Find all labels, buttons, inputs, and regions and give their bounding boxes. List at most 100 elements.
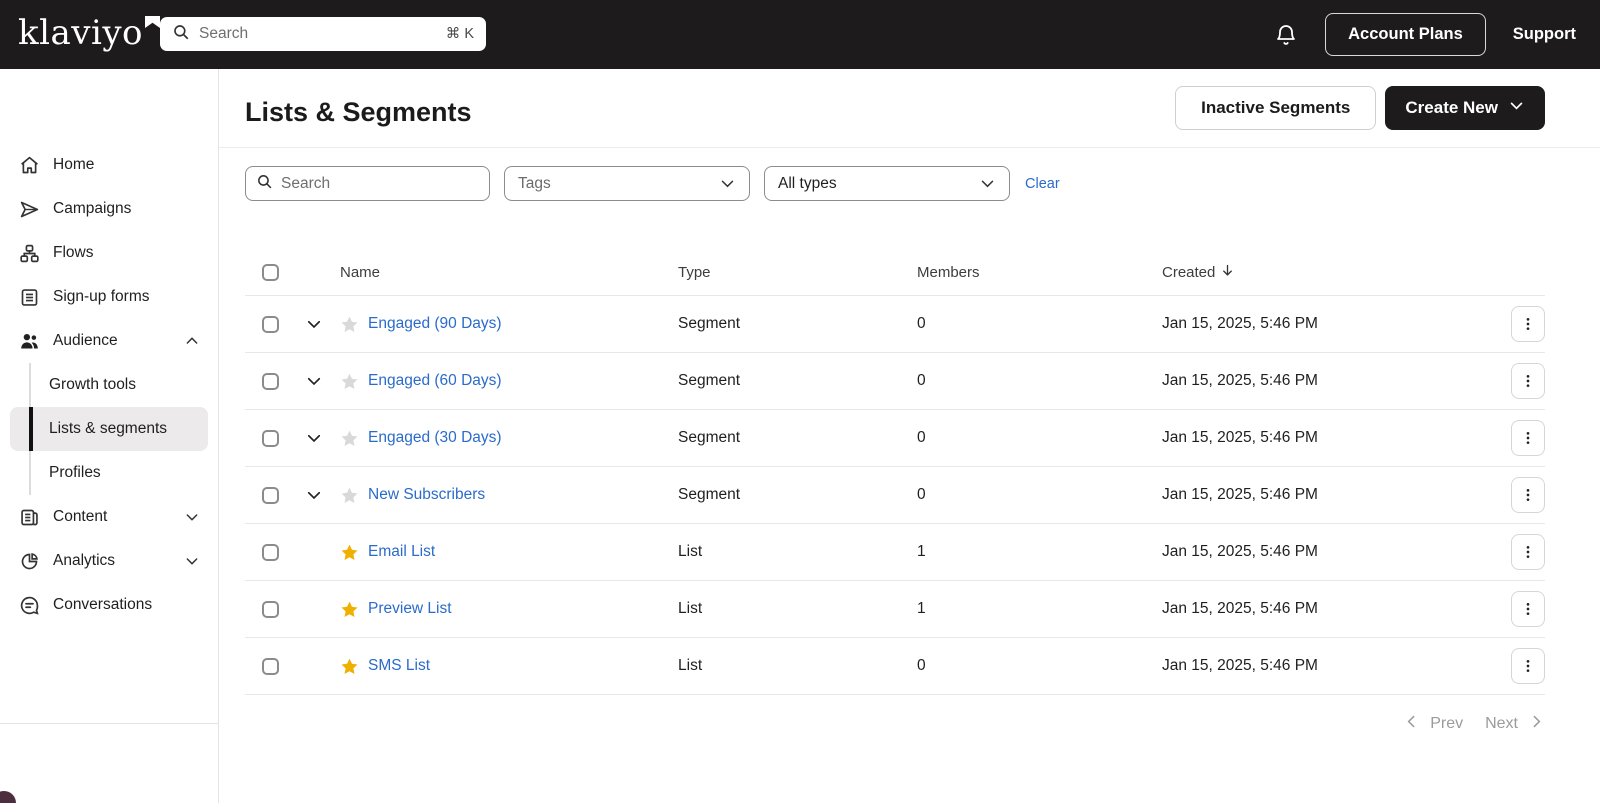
- chevron-down-icon[interactable]: [184, 553, 200, 569]
- row-name-link[interactable]: Engaged (30 Days): [368, 429, 502, 447]
- sidebar-item-home[interactable]: Home: [0, 143, 218, 187]
- sidebar-item-label: Audience: [53, 332, 118, 349]
- row-actions-kebab-icon[interactable]: [1511, 534, 1545, 570]
- klaviyo-wordmark: klaviyo: [18, 13, 144, 53]
- filter-bar: Tags All types Clear: [245, 166, 1060, 201]
- inactive-segments-button[interactable]: Inactive Segments: [1175, 86, 1377, 130]
- row-checkbox[interactable]: [262, 543, 279, 561]
- row-created: Jan 15, 2025, 5:46 PM: [1162, 372, 1318, 389]
- select-all-checkbox[interactable]: [262, 264, 279, 281]
- type-filter-value: All types: [778, 174, 837, 192]
- klaviyo-logo[interactable]: klaviyo: [18, 13, 161, 53]
- create-new-button[interactable]: Create New: [1385, 86, 1545, 130]
- favorite-star-icon[interactable]: [340, 600, 359, 619]
- analytics-icon: [18, 550, 40, 572]
- sidebar-item-profiles[interactable]: Profiles: [0, 451, 218, 495]
- row-name-link[interactable]: Engaged (90 Days): [368, 315, 502, 333]
- favorite-star-icon[interactable]: [340, 429, 359, 448]
- sidebar-item-signup-forms[interactable]: Sign-up forms: [0, 275, 218, 319]
- audience-subnav: Growth tools Lists & segments Profiles: [0, 363, 218, 495]
- table-row: Engaged (30 Days) Segment 0 Jan 15, 2025…: [245, 410, 1545, 467]
- column-header-created[interactable]: Created: [1162, 263, 1485, 282]
- sidebar: Home Campaigns Flows Sign-up forms Audie…: [0, 69, 219, 803]
- row-created: Jan 15, 2025, 5:46 PM: [1162, 600, 1318, 617]
- klaviyo-app: klaviyo ⌘ K Account Plans Support: [0, 0, 1600, 803]
- tags-filter-dropdown[interactable]: Tags: [504, 166, 750, 201]
- row-created: Jan 15, 2025, 5:46 PM: [1162, 657, 1318, 674]
- column-header-type[interactable]: Type: [678, 264, 917, 281]
- row-checkbox[interactable]: [262, 315, 279, 333]
- sidebar-item-analytics[interactable]: Analytics: [0, 539, 218, 583]
- sidebar-item-content[interactable]: Content: [0, 495, 218, 539]
- row-created: Jan 15, 2025, 5:46 PM: [1162, 429, 1318, 446]
- next-page-button[interactable]: Next: [1485, 713, 1545, 735]
- column-header-members[interactable]: Members: [917, 264, 1162, 281]
- row-checkbox[interactable]: [262, 600, 279, 618]
- row-type: Segment: [678, 315, 741, 332]
- row-checkbox[interactable]: [262, 486, 279, 504]
- sidebar-item-campaigns[interactable]: Campaigns: [0, 187, 218, 231]
- favorite-star-icon[interactable]: [340, 657, 359, 676]
- table-search-input[interactable]: [281, 174, 479, 193]
- sidebar-item-label: Sign-up forms: [53, 288, 150, 305]
- row-expand-chevron-icon[interactable]: [295, 486, 340, 504]
- row-checkbox[interactable]: [262, 657, 279, 675]
- sidebar-item-growth-tools[interactable]: Growth tools: [0, 363, 218, 407]
- row-expand-chevron-icon[interactable]: [295, 315, 340, 333]
- row-type: Segment: [678, 372, 741, 389]
- table-header-row: Name Type Members Created: [245, 250, 1545, 296]
- row-actions-kebab-icon[interactable]: [1511, 591, 1545, 627]
- row-actions-kebab-icon[interactable]: [1511, 306, 1545, 342]
- favorite-star-icon[interactable]: [340, 486, 359, 505]
- row-created: Jan 15, 2025, 5:46 PM: [1162, 486, 1318, 503]
- row-created: Jan 15, 2025, 5:46 PM: [1162, 315, 1318, 332]
- prev-page-label: Prev: [1430, 715, 1464, 732]
- support-link[interactable]: Support: [1513, 25, 1576, 44]
- table-row: SMS List List 0 Jan 15, 2025, 5:46 PM: [245, 638, 1545, 695]
- favorite-star-icon[interactable]: [340, 543, 359, 562]
- chevron-up-icon[interactable]: [184, 333, 200, 349]
- chevron-down-icon[interactable]: [184, 509, 200, 525]
- sidebar-item-label: Content: [53, 508, 108, 525]
- global-search-input[interactable]: [199, 25, 437, 43]
- sidebar-item-audience[interactable]: Audience: [0, 319, 218, 363]
- row-checkbox[interactable]: [262, 372, 279, 390]
- row-name-link[interactable]: SMS List: [368, 657, 430, 675]
- row-name-link[interactable]: New Subscribers: [368, 486, 485, 504]
- sidebar-item-flows[interactable]: Flows: [0, 231, 218, 275]
- table-row: Preview List List 1 Jan 15, 2025, 5:46 P…: [245, 581, 1545, 638]
- prev-page-button[interactable]: Prev: [1403, 713, 1463, 735]
- account-plans-button[interactable]: Account Plans: [1325, 13, 1486, 56]
- row-type: List: [678, 600, 703, 617]
- sidebar-item-conversations[interactable]: Conversations: [0, 583, 218, 627]
- row-actions-kebab-icon[interactable]: [1511, 648, 1545, 684]
- favorite-star-icon[interactable]: [340, 315, 359, 334]
- topbar-actions: Account Plans Support: [1274, 13, 1600, 56]
- column-header-created-label: Created: [1162, 264, 1216, 281]
- row-name-link[interactable]: Engaged (60 Days): [368, 372, 502, 390]
- favorite-star-icon[interactable]: [340, 372, 359, 391]
- row-actions-kebab-icon[interactable]: [1511, 363, 1545, 399]
- row-expand-chevron-icon[interactable]: [295, 429, 340, 447]
- chevron-down-icon: [719, 175, 736, 192]
- search-shortcut-hint: ⌘ K: [445, 26, 474, 42]
- sidebar-item-lists-segments[interactable]: Lists & segments: [10, 407, 208, 451]
- row-checkbox[interactable]: [262, 429, 279, 447]
- row-members: 0: [917, 429, 926, 446]
- pagination: Prev Next: [1403, 713, 1545, 735]
- clear-filters-link[interactable]: Clear: [1025, 176, 1060, 192]
- notifications-bell-icon[interactable]: [1274, 23, 1298, 47]
- header-divider: [219, 147, 1600, 148]
- sidebar-item-label: Campaigns: [53, 200, 132, 217]
- row-name-link[interactable]: Email List: [368, 543, 435, 561]
- row-type: List: [678, 543, 703, 560]
- account-avatar[interactable]: [0, 791, 16, 803]
- row-name-link[interactable]: Preview List: [368, 600, 452, 618]
- column-header-name[interactable]: Name: [340, 264, 678, 281]
- row-actions-kebab-icon[interactable]: [1511, 477, 1545, 513]
- page-header: Lists & Segments Inactive Segments Creat…: [219, 69, 1600, 148]
- sidebar-item-label: Profiles: [49, 464, 101, 481]
- type-filter-dropdown[interactable]: All types: [764, 166, 1010, 201]
- row-expand-chevron-icon[interactable]: [295, 372, 340, 390]
- row-actions-kebab-icon[interactable]: [1511, 420, 1545, 456]
